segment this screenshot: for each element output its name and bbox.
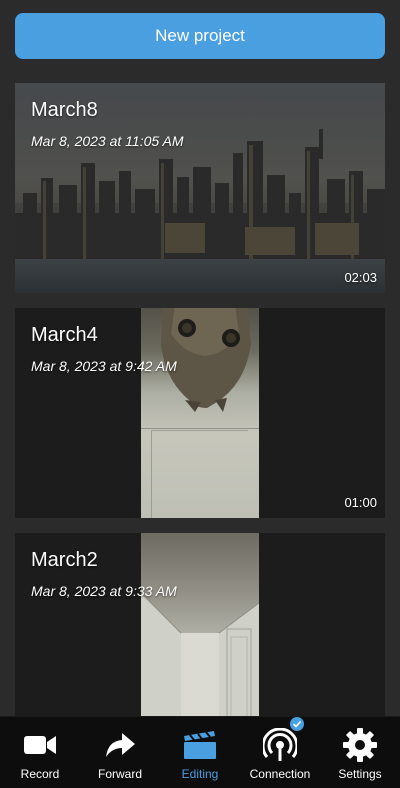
project-duration: 01:00 (344, 495, 377, 510)
tab-label: Settings (338, 767, 382, 781)
tab-label: Forward (97, 767, 142, 781)
project-date: Mar 8, 2023 at 9:42 AM (31, 358, 177, 374)
project-title: March4 (31, 324, 98, 346)
tab-label: Connection (249, 767, 311, 781)
video-camera-icon (22, 727, 58, 763)
hallway-image (141, 592, 259, 733)
project-card-march4[interactable]: March4 Mar 8, 2023 at 9:42 AM 01:00 (15, 308, 385, 518)
new-project-button[interactable]: New project (15, 13, 385, 59)
forward-arrow-icon (102, 727, 138, 763)
project-date: Mar 8, 2023 at 9:33 AM (31, 583, 177, 599)
tab-settings[interactable]: Settings (320, 717, 400, 788)
tab-label: Editing (181, 767, 219, 781)
project-title: March8 (31, 99, 98, 121)
project-card-march2[interactable]: March2 Mar 8, 2023 at 9:33 AM (15, 533, 385, 733)
tab-label: Record (20, 767, 60, 781)
tab-record[interactable]: Record (0, 717, 80, 788)
project-thumbnail (141, 308, 259, 518)
project-title: March2 (31, 549, 98, 571)
project-date: Mar 8, 2023 at 11:05 AM (31, 133, 184, 149)
project-duration: 02:03 (344, 270, 377, 285)
tab-forward[interactable]: Forward (80, 717, 160, 788)
bottom-tab-bar: Record Forward Editing Connection Settin… (0, 716, 400, 788)
project-card-march8[interactable]: March8 Mar 8, 2023 at 11:05 AM 02:03 (15, 83, 385, 293)
project-thumbnail (141, 533, 259, 733)
clapperboard-icon (182, 727, 218, 763)
gear-icon (342, 727, 378, 763)
tab-editing[interactable]: Editing (160, 717, 240, 788)
broadcast-icon (262, 727, 298, 763)
checkmark-icon (290, 717, 304, 731)
tab-connection[interactable]: Connection (240, 717, 320, 788)
